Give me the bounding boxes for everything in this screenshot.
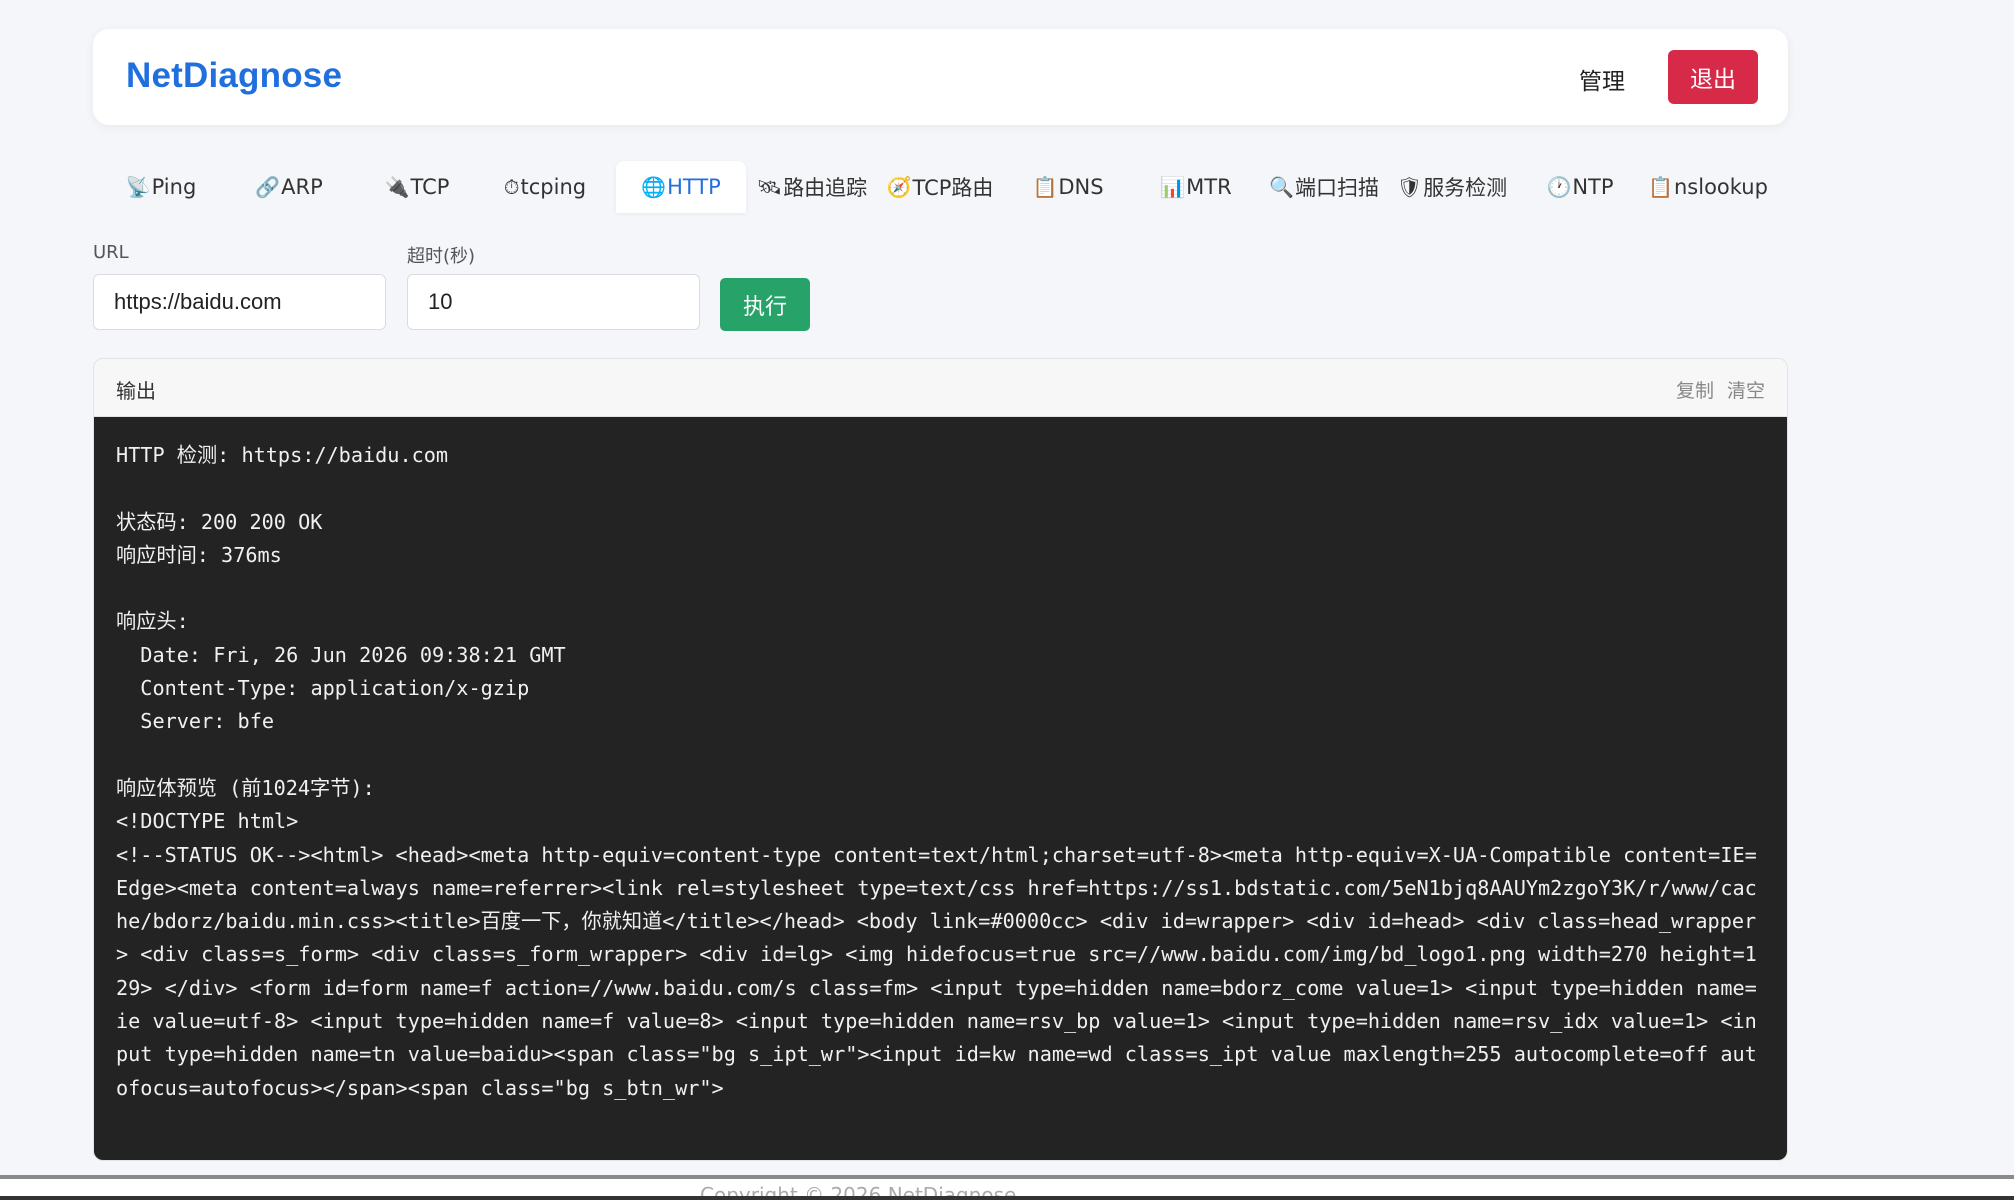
tab-tcping[interactable]: ⏱ tcping xyxy=(480,161,610,213)
output-line: 响应时间: 376ms xyxy=(116,542,282,567)
link-icon: 🔗 xyxy=(255,175,281,199)
output-console[interactable]: HTTP 检测: https://baidu.com 状态码: 200 200 … xyxy=(94,417,1787,1160)
output-line: 响应体预览 (前1024字节): xyxy=(116,775,375,800)
clipboard-icon: 📋 xyxy=(1032,175,1058,199)
run-button[interactable]: 执行 xyxy=(720,278,810,331)
url-label: URL xyxy=(93,242,129,263)
footer-bottom-bar xyxy=(0,1196,2014,1200)
tab-tcp[interactable]: 🔌 TCP xyxy=(352,161,482,213)
output-panel: 输出 复制 清空 HTTP 检测: https://baidu.com 状态码:… xyxy=(93,358,1788,1161)
stopwatch-icon: ⏱ xyxy=(503,175,520,199)
brand-logo: NetDiagnose xyxy=(126,56,343,95)
clock-icon: 🕐 xyxy=(1546,175,1572,199)
tab-tcp-route[interactable]: 🧭 TCP路由 xyxy=(875,161,1005,213)
tab-ping[interactable]: 📡 Ping xyxy=(96,161,226,213)
magnifier-icon: 🔍 xyxy=(1269,175,1294,199)
output-line: HTTP 检测: https://baidu.com xyxy=(116,443,449,467)
clear-button[interactable]: 清空 xyxy=(1727,376,1765,403)
url-input[interactable] xyxy=(93,274,386,330)
logout-button[interactable]: 退出 xyxy=(1668,50,1758,104)
tab-dns[interactable]: 📋 DNS xyxy=(1003,161,1133,213)
copy-button[interactable]: 复制 xyxy=(1676,376,1714,403)
tab-port-scan[interactable]: 🔍 端口扫描 xyxy=(1259,161,1389,213)
header-card: NetDiagnose 管理 退出 xyxy=(93,29,1788,125)
tab-service-check[interactable]: 🛡 服务检测 xyxy=(1387,161,1517,213)
shield-icon: 🛡 xyxy=(1396,175,1423,199)
tab-traceroute[interactable]: 🛰 路由追踪 xyxy=(747,161,877,213)
tab-ntp[interactable]: 🕐 NTP xyxy=(1515,161,1645,213)
tab-nslookup[interactable]: 📋 nslookup xyxy=(1643,161,1773,213)
timeout-input[interactable] xyxy=(407,274,700,330)
manage-link[interactable]: 管理 xyxy=(1579,62,1625,96)
output-line: Server: bfe xyxy=(116,709,275,734)
output-line: Date: Fri, 26 Jun 2026 09:38:21 GMT xyxy=(116,642,566,667)
output-line: Content-Type: application/x-gzip xyxy=(116,676,530,701)
output-line: 响应头: xyxy=(116,609,189,634)
output-line: 状态码: 200 200 OK xyxy=(116,509,323,534)
satellite-icon: 🛰 xyxy=(756,175,783,199)
globe-icon: 🌐 xyxy=(641,175,667,199)
timeout-label: 超时(秒) xyxy=(407,246,476,267)
output-title: 输出 xyxy=(116,379,156,403)
plug-icon: 🔌 xyxy=(384,175,410,199)
output-header: 输出 复制 清空 xyxy=(94,359,1787,417)
bar-chart-icon: 📊 xyxy=(1160,175,1186,199)
compass-icon: 🧭 xyxy=(886,175,912,199)
tab-arp[interactable]: 🔗 ARP xyxy=(224,161,354,213)
satellite-dish-icon: 📡 xyxy=(125,175,151,199)
tab-mtr[interactable]: 📊 MTR xyxy=(1131,161,1261,213)
tab-http[interactable]: 🌐 HTTP xyxy=(616,161,746,213)
response-body-preview: <!--STATUS OK--><html> <head><meta http-… xyxy=(116,842,1757,1100)
clipboard-icon: 📋 xyxy=(1648,175,1673,199)
output-line: <!DOCTYPE html> xyxy=(116,809,299,834)
tool-tabs: 📡 Ping 🔗 ARP 🔌 TCP ⏱ tcping 🌐 HTTP 🛰 路由追踪 🧭 TCP… xyxy=(93,161,1788,213)
